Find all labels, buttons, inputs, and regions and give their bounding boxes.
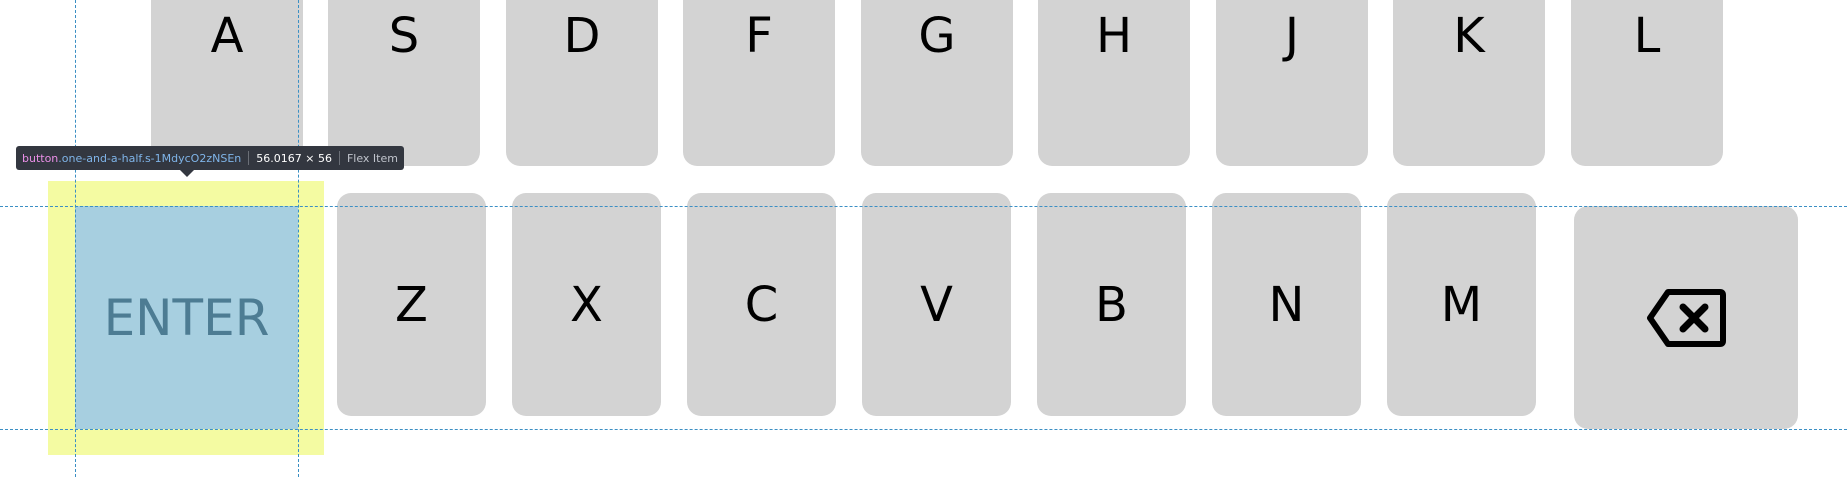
key-f[interactable]: F xyxy=(683,0,835,166)
key-label: N xyxy=(1268,276,1305,333)
devtools-guide-left xyxy=(75,0,76,477)
enter-button[interactable]: ENTER xyxy=(75,206,298,429)
tooltip-divider xyxy=(248,151,250,165)
key-n[interactable]: N xyxy=(1212,193,1361,416)
key-label: V xyxy=(920,276,953,333)
key-x[interactable]: X xyxy=(512,193,661,416)
key-a[interactable]: A xyxy=(151,0,303,166)
tooltip-arrow xyxy=(180,170,194,177)
key-label: D xyxy=(563,8,601,64)
key-label: Z xyxy=(395,276,428,333)
key-b[interactable]: B xyxy=(1037,193,1186,416)
tooltip-divider xyxy=(338,151,340,165)
devtools-guide-right xyxy=(298,0,299,477)
key-label: K xyxy=(1453,8,1485,64)
enter-label: ENTER xyxy=(103,288,270,347)
keyboard-stage: A S D F G H J K L ENTER Z X C V B N M bu… xyxy=(0,0,1847,477)
tooltip-class: .one-and-a-half.s-1MdycO2zNSEn xyxy=(58,151,242,165)
backspace-icon xyxy=(1647,288,1726,347)
tooltip-tag: button xyxy=(22,151,59,165)
tooltip-dimensions: 56.0167 × 56 xyxy=(256,151,332,165)
tooltip-kind: Flex Item xyxy=(346,151,398,165)
key-label: C xyxy=(744,276,779,333)
key-label: X xyxy=(570,276,603,333)
key-z[interactable]: Z xyxy=(337,193,486,416)
key-label: M xyxy=(1440,276,1483,333)
key-c[interactable]: C xyxy=(687,193,836,416)
devtools-guide-bottom xyxy=(0,429,1847,430)
key-label: A xyxy=(210,8,244,64)
backspace-button[interactable] xyxy=(1574,206,1798,429)
key-d[interactable]: D xyxy=(506,0,658,166)
key-h[interactable]: H xyxy=(1038,0,1190,166)
key-j[interactable]: J xyxy=(1216,0,1368,166)
key-label: B xyxy=(1095,276,1128,333)
key-label: H xyxy=(1095,8,1133,64)
key-label: G xyxy=(918,8,956,64)
key-k[interactable]: K xyxy=(1393,0,1545,166)
devtools-guide-top xyxy=(0,206,1847,207)
key-g[interactable]: G xyxy=(861,0,1013,166)
key-l[interactable]: L xyxy=(1571,0,1723,166)
key-v[interactable]: V xyxy=(862,193,1011,416)
key-m[interactable]: M xyxy=(1387,193,1536,416)
devtools-element-tooltip: button .one-and-a-half.s-1MdycO2zNSEn 56.… xyxy=(16,146,404,170)
key-label: F xyxy=(745,8,773,64)
key-label: L xyxy=(1633,8,1661,64)
key-s[interactable]: S xyxy=(328,0,480,166)
key-label: S xyxy=(388,8,420,64)
key-label: J xyxy=(1284,8,1300,64)
